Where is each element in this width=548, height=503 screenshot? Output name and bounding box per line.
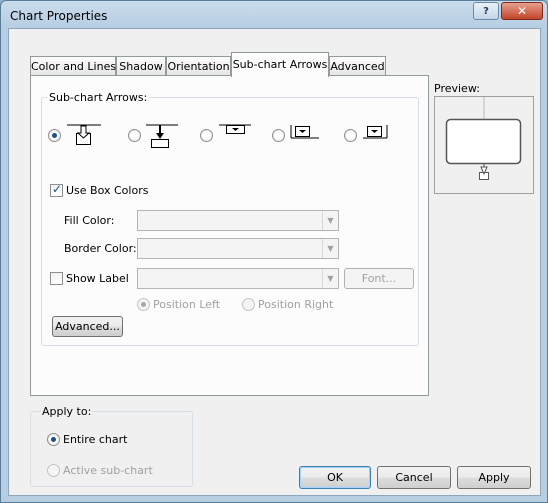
use-box-colors-checkbox[interactable] — [50, 182, 63, 197]
active-sub-chart-label[interactable]: Active sub-chart — [63, 464, 153, 477]
font-button[interactable]: Font... — [344, 268, 414, 289]
position-right-radio[interactable] — [242, 298, 255, 311]
arrow-style-3-icon — [219, 124, 251, 134]
arrow-style-4-icon — [290, 125, 319, 139]
advanced-button[interactable]: Advanced... — [52, 316, 123, 337]
tab-shadow[interactable]: Shadow — [116, 56, 166, 76]
preview-label: Preview: — [434, 82, 480, 95]
preview-diagram — [445, 97, 522, 180]
tab-sub-chart-arrows[interactable]: Sub-chart Arrows — [231, 52, 329, 77]
fill-color-label: Fill Color: — [64, 214, 115, 227]
active-sub-chart-radio[interactable] — [47, 464, 60, 477]
arrow-style-5-radio[interactable] — [344, 129, 357, 142]
chart-properties-window: Chart Properties ? ✕ Color and Lines Sha… — [0, 0, 548, 503]
use-box-colors-label[interactable]: Use Box Colors — [66, 184, 148, 197]
border-color-label: Border Color: — [64, 242, 137, 255]
arrow-style-1-icon — [67, 124, 101, 145]
arrow-style-2-radio[interactable] — [128, 129, 141, 142]
fill-color-dropdown[interactable]: ▼ — [137, 210, 339, 231]
border-color-dropdown[interactable]: ▼ — [137, 238, 339, 259]
show-label-label[interactable]: Show Label — [66, 272, 129, 285]
close-button[interactable]: ✕ — [501, 2, 543, 20]
sub-chart-arrows-panel: Sub-chart Arrows: ✓ Use Box Colors Fill … — [30, 75, 429, 396]
apply-to-group: Apply to: Entire chart Active sub-chart — [30, 405, 193, 487]
chevron-down-icon: ▼ — [322, 211, 338, 230]
position-left-radio[interactable] — [137, 298, 150, 311]
title-bar[interactable]: Chart Properties ? ✕ — [1, 1, 547, 29]
dialog-client-area: Color and Lines Shadow Orientation Sub-c… — [8, 28, 541, 496]
apply-button[interactable]: Apply — [457, 466, 531, 489]
sub-chart-arrows-group-label: Sub-chart Arrows: — [47, 91, 150, 104]
position-left-label[interactable]: Position Left — [153, 298, 220, 311]
arrow-style-3-radio[interactable] — [200, 129, 213, 142]
ok-button[interactable]: OK — [299, 466, 371, 489]
tab-advanced[interactable]: Advanced — [329, 56, 386, 76]
chevron-down-icon: ▼ — [322, 239, 338, 258]
apply-to-label: Apply to: — [41, 405, 93, 418]
show-label-checkbox[interactable] — [50, 272, 63, 285]
arrow-style-1-radio[interactable] — [48, 129, 61, 142]
show-label-dropdown[interactable]: ▼ — [137, 268, 339, 289]
tab-orientation[interactable]: Orientation — [166, 56, 231, 76]
tab-color-and-lines[interactable]: Color and Lines — [30, 56, 116, 76]
entire-chart-radio[interactable] — [47, 433, 60, 446]
arrow-style-4-radio[interactable] — [272, 129, 285, 142]
arrow-style-5-icon — [363, 125, 388, 139]
help-button[interactable]: ? — [473, 2, 499, 20]
chevron-down-icon: ▼ — [322, 269, 338, 288]
entire-chart-label[interactable]: Entire chart — [63, 433, 127, 446]
cancel-button[interactable]: Cancel — [377, 466, 451, 489]
arrow-style-2-icon — [146, 124, 178, 148]
position-right-label[interactable]: Position Right — [258, 298, 333, 311]
window-title: Chart Properties — [10, 9, 108, 23]
sub-chart-arrows-group: Sub-chart Arrows: ✓ Use Box Colors Fill … — [41, 91, 419, 346]
preview-pane — [434, 96, 534, 194]
